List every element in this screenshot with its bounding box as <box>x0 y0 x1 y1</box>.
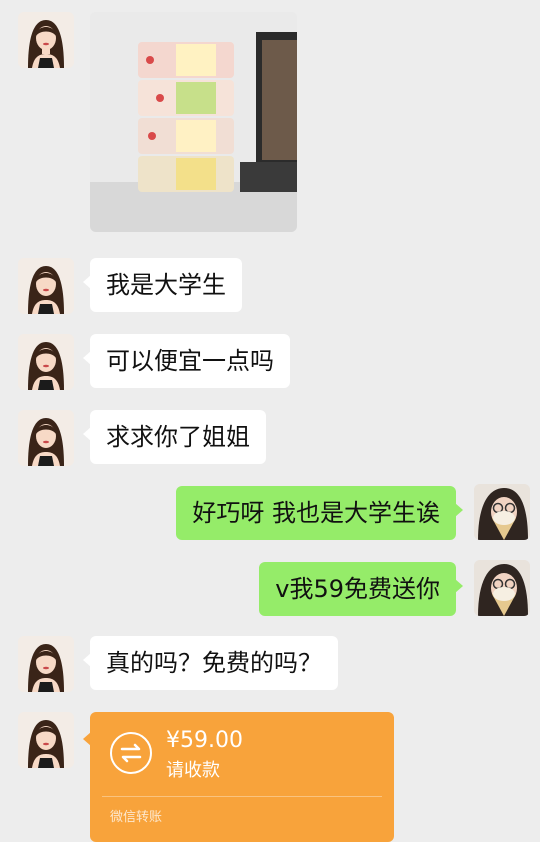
transfer-amount: ¥59.00 <box>166 728 243 753</box>
message-bubble[interactable]: 求求你了姐姐 <box>83 410 266 464</box>
transfer-label: 请收款 <box>166 760 220 781</box>
transfer-card[interactable]: ¥59.00 请收款 微信转账 <box>83 712 394 842</box>
transfer-footer: 微信转账 <box>110 810 163 825</box>
avatar-illustration-icon <box>18 410 74 466</box>
contact-avatar[interactable] <box>18 410 74 466</box>
avatar-photo-icon <box>474 484 530 540</box>
avatar-illustration-icon <box>18 712 74 768</box>
avatar-illustration-icon <box>18 12 74 68</box>
avatar-illustration-icon <box>18 334 74 390</box>
avatar-illustration-icon <box>18 258 74 314</box>
avatar-illustration-icon <box>18 636 74 692</box>
message-bubble[interactable]: 真的吗？免费的吗？ <box>83 636 338 690</box>
contact-avatar[interactable] <box>18 712 74 768</box>
message-bubble[interactable]: 我是大学生 <box>83 258 242 312</box>
my-avatar[interactable] <box>474 560 530 616</box>
contact-avatar[interactable] <box>18 258 74 314</box>
cake-photo-message[interactable] <box>90 12 297 232</box>
message-bubble-outgoing[interactable]: 好巧呀 我也是大学生诶 <box>176 486 463 540</box>
message-bubble-outgoing[interactable]: v我59免费送你 <box>259 562 463 616</box>
contact-avatar[interactable] <box>18 12 74 68</box>
transfer-divider <box>102 796 382 797</box>
contact-avatar[interactable] <box>18 334 74 390</box>
cake-photo-icon <box>90 12 297 232</box>
contact-avatar[interactable] <box>18 636 74 692</box>
message-bubble[interactable]: 可以便宜一点吗 <box>83 334 290 388</box>
transfer-arrows-icon <box>110 732 152 774</box>
avatar-photo-icon <box>474 560 530 616</box>
my-avatar[interactable] <box>474 484 530 540</box>
